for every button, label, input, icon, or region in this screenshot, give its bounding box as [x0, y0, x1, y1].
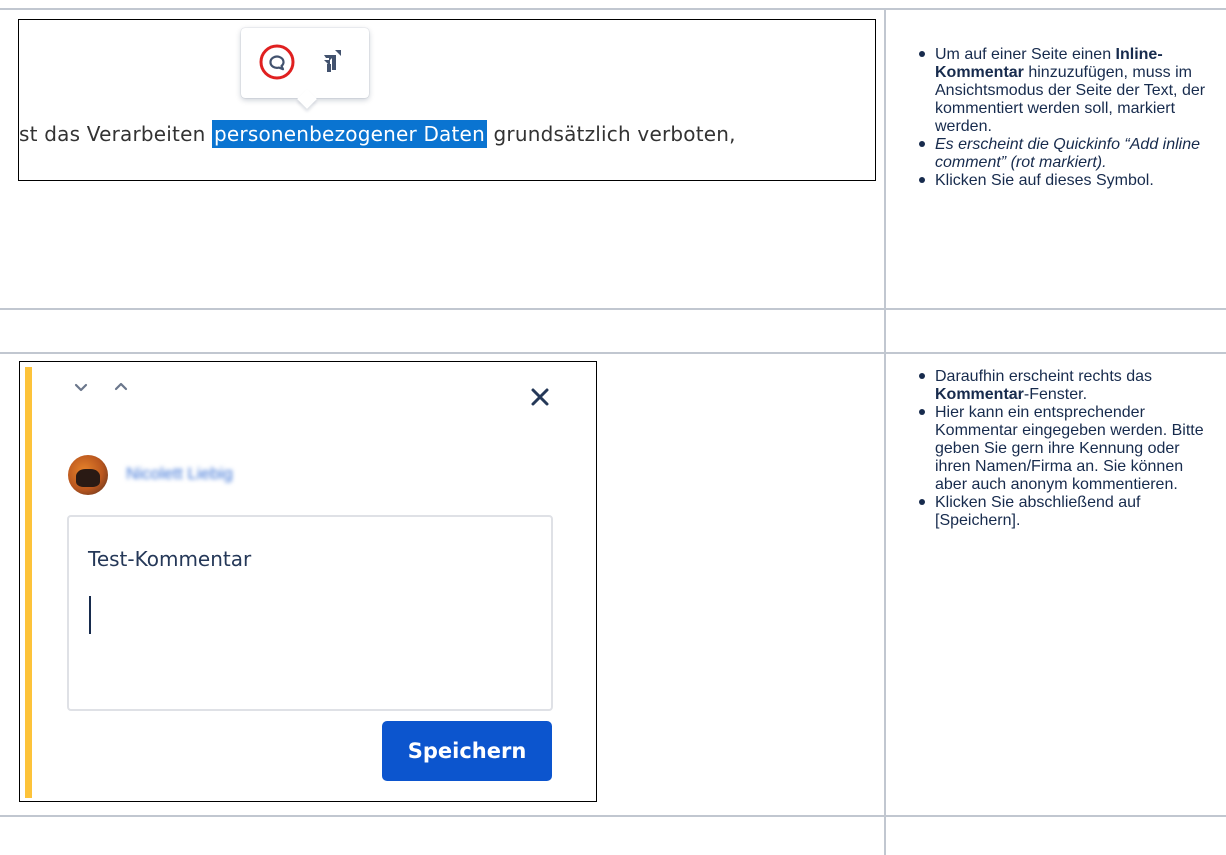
- step1-item: Um auf einer Seite einen Inline-Kommenta…: [916, 46, 1216, 136]
- speech-bubble-icon: [259, 44, 295, 80]
- page-text-selection: st das Verarbeiten personenbezogener Dat…: [19, 120, 875, 148]
- table-row-divider: [0, 352, 1226, 354]
- step2-item-text: Klicken Sie abschließend auf [Speichern]…: [935, 494, 1141, 529]
- comment-panel-screenshot: Nicolett Liebig Test-Kommentar Speichern: [19, 361, 597, 802]
- text-after-selection: grundsätzlich verboten,: [486, 122, 736, 146]
- table-border-top: [0, 8, 1226, 10]
- save-button[interactable]: Speichern: [382, 721, 552, 781]
- step1-item: Es erscheint die Quickinfo “Add inline c…: [916, 136, 1216, 172]
- comment-accent-bar: [25, 367, 32, 798]
- previous-comment-button[interactable]: [73, 379, 89, 400]
- chevron-down-icon: [74, 383, 88, 392]
- step1-instructions: Um auf einer Seite einen Inline-Kommenta…: [916, 46, 1216, 190]
- user-name[interactable]: Nicolett Liebig: [126, 464, 233, 484]
- step2-item: Hier kann ein entsprechender Kommentar e…: [916, 404, 1216, 494]
- step2-item-bold: Kommentar: [935, 386, 1024, 403]
- chevron-up-icon: [114, 382, 128, 391]
- avatar: [68, 455, 108, 495]
- close-comment-button[interactable]: [529, 386, 551, 413]
- text-before-selection: st das Verarbeiten: [19, 122, 213, 146]
- jira-icon: [324, 50, 341, 72]
- close-icon: [531, 388, 549, 406]
- text-caret: [89, 596, 91, 634]
- selected-text[interactable]: personenbezogener Daten: [212, 120, 487, 148]
- step2-item-text: Hier kann ein entsprechender Kommentar e…: [935, 404, 1204, 493]
- step2-instructions: Daraufhin erscheint rechts das Kommentar…: [916, 368, 1216, 530]
- step1-item-text: Klicken Sie auf dieses Symbol.: [935, 172, 1154, 189]
- next-comment-button[interactable]: [113, 379, 129, 400]
- step2-item: Klicken Sie abschließend auf [Speichern]…: [916, 494, 1216, 530]
- step1-item-italic: Es erscheint die Quickinfo “Add inline c…: [935, 136, 1201, 171]
- table-row-divider: [0, 308, 1226, 310]
- comment-input-value: Test-Kommentar: [88, 547, 252, 571]
- table-row-divider: [0, 815, 1226, 817]
- inline-comment-screenshot: st das Verarbeiten personenbezogener Dat…: [18, 19, 876, 181]
- step1-item: Klicken Sie auf dieses Symbol.: [916, 172, 1216, 190]
- comment-input[interactable]: Test-Kommentar: [67, 515, 553, 711]
- add-inline-comment-button[interactable]: [259, 44, 295, 80]
- create-jira-issue-button[interactable]: [315, 46, 351, 82]
- step1-item-text: Um auf einer Seite einen: [935, 46, 1116, 63]
- step2-item: Daraufhin erscheint rechts das Kommentar…: [916, 368, 1216, 404]
- step2-item-text: Daraufhin erscheint rechts das: [935, 368, 1152, 385]
- step2-item-text: -Fenster.: [1023, 386, 1088, 403]
- table-column-divider: [884, 8, 886, 855]
